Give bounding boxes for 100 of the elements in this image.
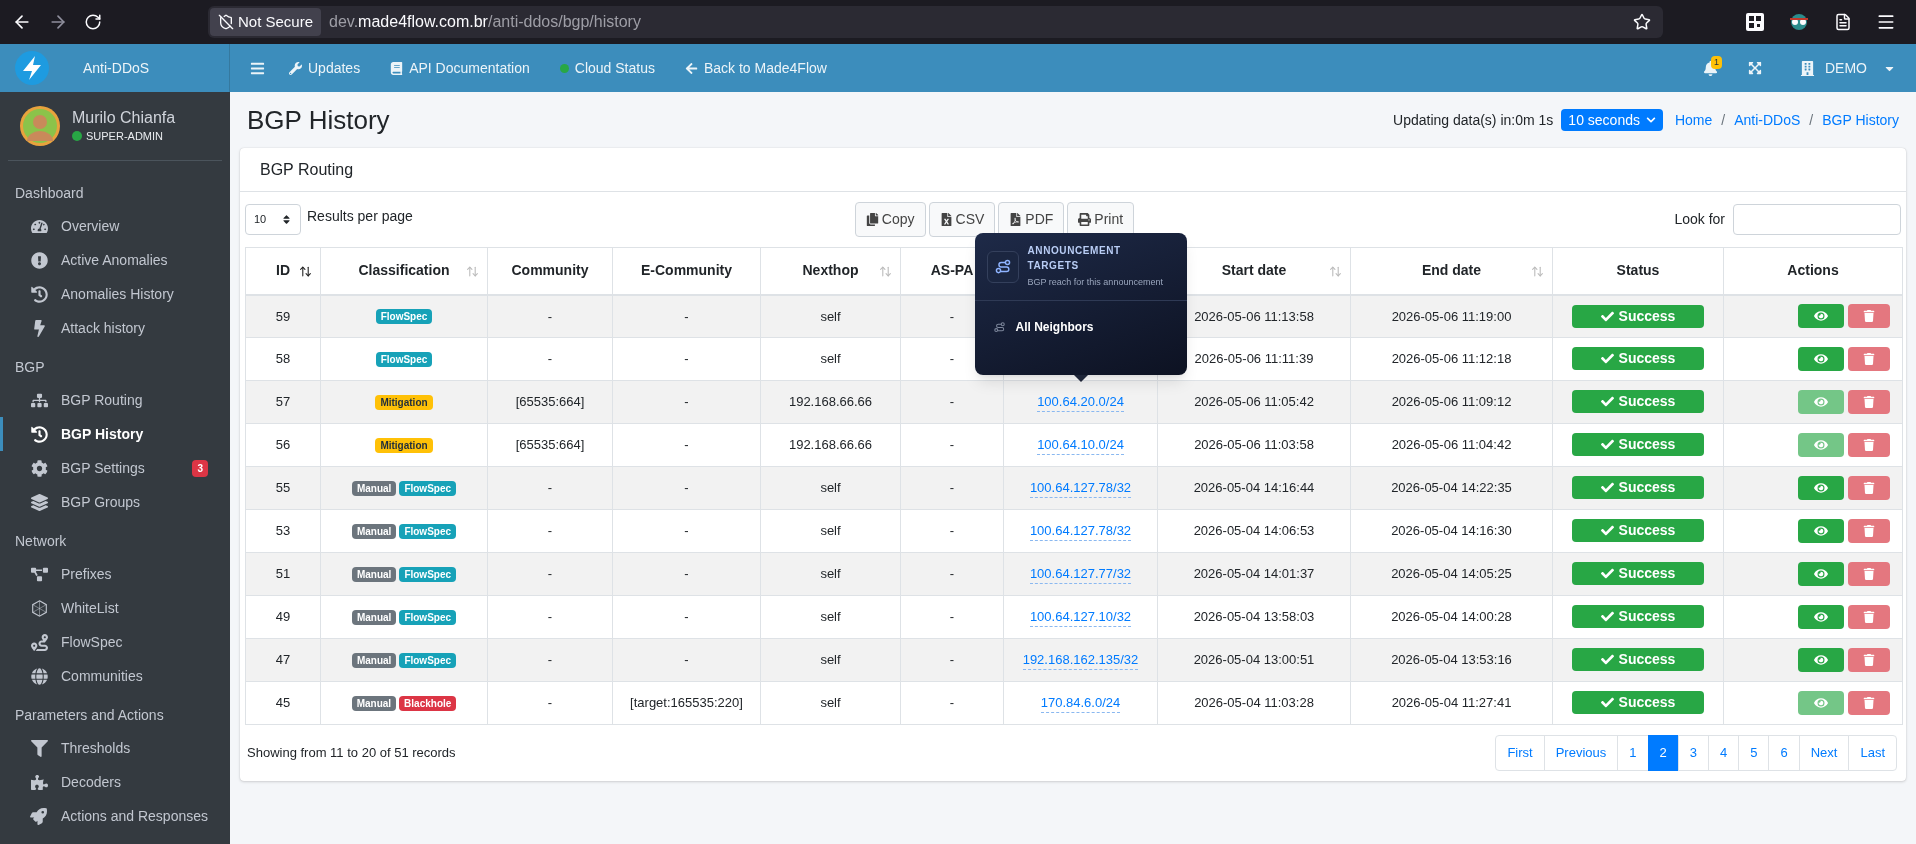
export-button[interactable]: Copy [854,201,926,237]
delete-button[interactable] [1848,648,1890,672]
delete-button[interactable] [1848,390,1890,414]
sidebar-item[interactable]: Prefixes [0,557,230,591]
filter-icon [29,739,49,757]
sidebar-item[interactable]: Thresholds [0,731,230,765]
column-header[interactable]: Classification [320,247,488,295]
delete-button[interactable] [1848,476,1890,500]
delete-button[interactable] [1848,562,1890,586]
table-cell: self [760,638,901,682]
check-icon [1600,352,1614,366]
pagination-button[interactable]: Previous [1543,735,1619,771]
table-cell: 2026-05-04 14:05:25 [1350,552,1553,596]
sidebar-item[interactable]: WhiteList [0,591,230,625]
sidebar-item[interactable]: Anomalies History [0,277,230,311]
bookmark-star-icon[interactable] [1633,13,1651,31]
column-header[interactable]: ID [245,247,321,295]
check-icon [1600,653,1614,667]
table-cell: 2026-05-04 13:53:16 [1350,638,1553,682]
table-cell: 55 [245,466,321,510]
breadcrumb-link[interactable]: Anti-DDoS [1734,109,1801,131]
sidebar-item[interactable]: BGP Settings 3 [0,451,230,485]
pagination-button[interactable]: 6 [1768,735,1800,771]
delete-button[interactable] [1848,605,1890,629]
table-cell: - [900,509,1004,553]
eye-icon [1814,653,1828,667]
pagination-button[interactable]: 4 [1708,735,1740,771]
status-badge: Success [1572,562,1704,586]
table-cell: 2026-05-06 11:03:58 [1157,423,1351,467]
view-button[interactable] [1798,562,1844,586]
table-cell: - [612,509,761,553]
page-icon[interactable] [1834,13,1852,31]
pagination-button[interactable]: 1 [1617,735,1649,771]
breadcrumb-link[interactable]: Home [1674,109,1713,131]
sidebar-item[interactable]: BGP Routing [0,383,230,417]
interval-select[interactable]: 10 seconds [1561,109,1663,131]
table-cell: - [900,638,1004,682]
column-header[interactable]: End date [1350,247,1553,295]
extension-icon[interactable] [1788,13,1810,31]
menu-icon[interactable] [1876,12,1896,32]
table-cell: 2026-05-04 11:03:28 [1157,681,1351,725]
reload-icon[interactable] [84,13,102,31]
view-button[interactable] [1798,605,1844,629]
fullscreen-icon[interactable] [1748,61,1762,75]
view-button[interactable] [1798,519,1844,543]
table-cell: - [612,423,761,467]
qr-code-icon[interactable] [1746,13,1764,31]
export-button[interactable]: CSV [928,201,996,237]
sidebar-item[interactable]: Decoders [0,765,230,799]
security-indicator[interactable]: Not Secure [210,8,322,36]
table-cell: - [487,466,613,510]
table-cell: - [487,595,613,639]
delete-button[interactable] [1848,519,1890,543]
search-field[interactable] [1733,203,1901,235]
table-cell: - [612,466,761,510]
pagination-button[interactable]: 2 [1647,735,1679,771]
sidebar-item[interactable]: Communities [0,659,230,693]
pagination-button[interactable]: 3 [1677,735,1709,771]
delete-button[interactable] [1848,304,1890,329]
status-badge: Success [1572,691,1704,715]
url-text: dev.made4flow.com.br/anti-ddos/bgp/history [329,12,641,32]
view-button[interactable] [1798,304,1844,329]
user-name[interactable]: Murilo Chianfa [72,107,176,128]
excel-file-icon [939,212,953,226]
sidebar-item[interactable]: BGP Groups [0,485,230,519]
table-cell: - [612,294,761,338]
sidebar-item[interactable]: BGP History [0,417,230,451]
notifications-button[interactable]: 1 [1703,60,1718,76]
table-cell: self [760,466,901,510]
logo-icon[interactable] [15,51,49,85]
user-role: SUPER-ADMIN [86,128,163,144]
status-badge: Success [1572,390,1704,414]
table-cell: self [760,294,901,338]
sidebar-item[interactable]: Overview [0,209,230,243]
sidebar-item[interactable]: FlowSpec [0,625,230,659]
pagination-button[interactable]: 5 [1738,735,1770,771]
classification-tag: FlowSpec [399,566,457,582]
column-header[interactable]: Nexthop [760,247,901,295]
records-info: Showing from 11 to 20 of 51 records [246,744,456,763]
gauge-icon [29,217,49,235]
delete-button[interactable] [1848,433,1890,457]
puzzle-icon [29,773,49,791]
view-button[interactable] [1798,476,1844,500]
table-cell: 45 [245,681,321,725]
view-button[interactable] [1798,347,1844,371]
address-bar[interactable]: Not Secure dev.made4flow.com.br/anti-ddos/bgp/history [208,6,1663,38]
pagination-button[interactable]: First [1495,735,1545,771]
delete-button[interactable] [1848,691,1890,715]
page-size-select[interactable]: 10 [245,203,301,235]
classification-tag: Manual [351,609,397,625]
sidebar-item[interactable]: Active Anomalies [0,243,230,277]
breadcrumb-link[interactable]: BGP History [1822,109,1899,131]
sidebar-item[interactable]: Actions and Responses [0,799,230,833]
sidebar-section-header: Network [14,531,68,551]
table-cell: - [612,337,761,381]
delete-button[interactable] [1848,347,1890,371]
pagination-button[interactable]: Last [1848,735,1897,771]
pagination-button[interactable]: Next [1798,735,1850,771]
sidebar-item[interactable]: Attack history [0,311,230,345]
view-button[interactable] [1798,648,1844,672]
